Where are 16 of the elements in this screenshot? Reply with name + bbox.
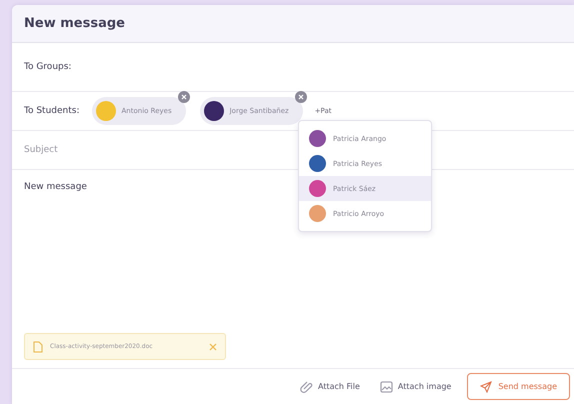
remove-attachment-button[interactable] [209, 342, 217, 350]
send-button[interactable]: Send message [467, 373, 570, 400]
close-icon [180, 94, 187, 100]
field-label: To Groups: [24, 62, 72, 72]
paperclip-icon [300, 380, 313, 393]
attach-button[interactable]: Attach File [296, 378, 364, 395]
dialog-title: New message [24, 16, 125, 31]
image-icon [380, 380, 393, 392]
field-label: To Students: [24, 106, 80, 116]
document-icon [33, 340, 43, 352]
remove-recipient-button[interactable] [178, 91, 190, 103]
close-icon [298, 94, 304, 100]
close-icon [209, 342, 217, 350]
attach-button[interactable]: Attach image [376, 378, 456, 394]
send-icon [480, 380, 492, 392]
remove-recipient-button[interactable] [294, 91, 307, 103]
